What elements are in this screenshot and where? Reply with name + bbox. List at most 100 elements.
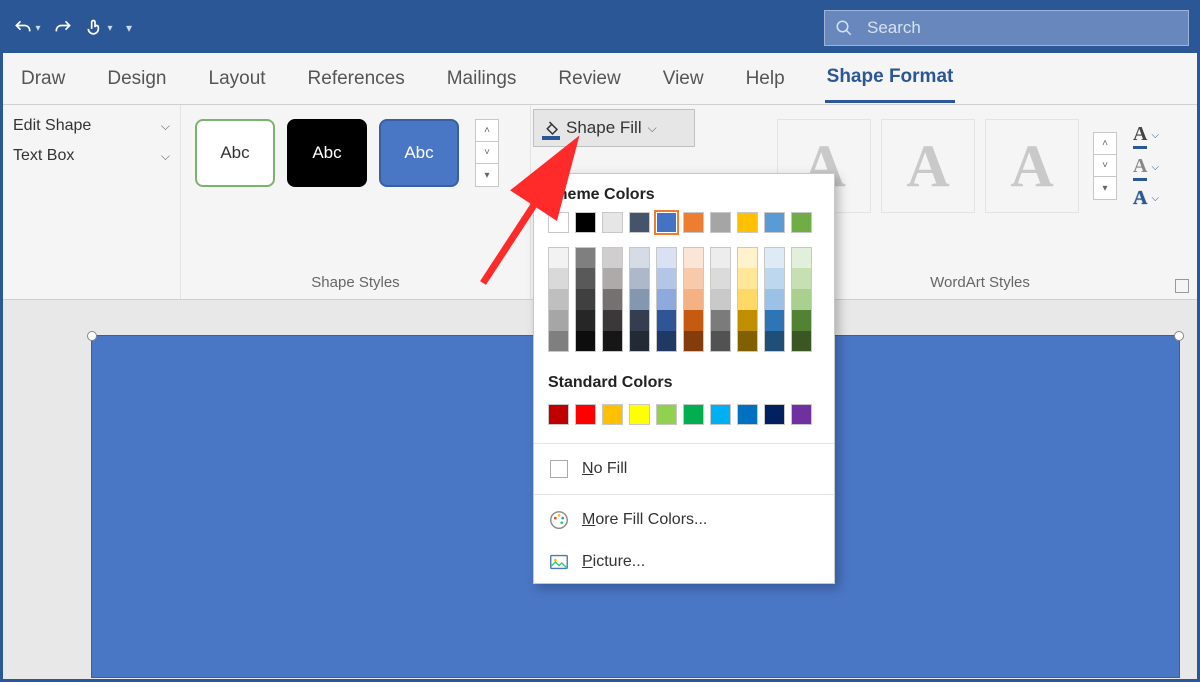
shade-swatch[interactable]	[656, 247, 677, 268]
theme-color-swatch[interactable]	[737, 212, 758, 233]
shade-swatch[interactable]	[710, 310, 731, 331]
tab-help[interactable]: Help	[744, 56, 787, 102]
shape-fill-button[interactable]: Shape Fill ⌵	[533, 109, 695, 147]
gallery-up-button[interactable]: ˄	[476, 120, 498, 142]
shade-swatch[interactable]	[602, 247, 623, 268]
standard-color-swatch[interactable]	[683, 404, 704, 425]
shade-swatch[interactable]	[683, 247, 704, 268]
theme-color-swatch[interactable]	[548, 212, 569, 233]
text-effects-button[interactable]: A⌵	[1133, 187, 1159, 210]
shade-swatch[interactable]	[548, 289, 569, 310]
theme-color-swatch[interactable]	[629, 212, 650, 233]
tab-mailings[interactable]: Mailings	[445, 56, 519, 102]
standard-color-swatch[interactable]	[575, 404, 596, 425]
shade-swatch[interactable]	[656, 268, 677, 289]
shade-swatch[interactable]	[548, 247, 569, 268]
shade-swatch[interactable]	[575, 247, 596, 268]
style-preset-3[interactable]: Abc	[379, 119, 459, 187]
shade-swatch[interactable]	[737, 268, 758, 289]
standard-color-swatch[interactable]	[737, 404, 758, 425]
shade-swatch[interactable]	[791, 289, 812, 310]
customize-qat-button[interactable]: ▾	[119, 12, 139, 44]
shade-swatch[interactable]	[656, 310, 677, 331]
shade-swatch[interactable]	[764, 310, 785, 331]
gallery-more-button[interactable]: ▾	[476, 164, 498, 186]
shade-swatch[interactable]	[629, 268, 650, 289]
wordart-down-button[interactable]: ˅	[1094, 155, 1116, 177]
shade-swatch[interactable]	[548, 310, 569, 331]
shade-swatch[interactable]	[764, 268, 785, 289]
search-box[interactable]: Search	[824, 10, 1189, 46]
tab-review[interactable]: Review	[556, 56, 622, 102]
standard-color-swatch[interactable]	[764, 404, 785, 425]
text-fill-button[interactable]: A⌵	[1133, 123, 1159, 149]
shade-swatch[interactable]	[629, 310, 650, 331]
standard-color-swatch[interactable]	[629, 404, 650, 425]
tab-view[interactable]: View	[661, 56, 706, 102]
shade-swatch[interactable]	[629, 331, 650, 352]
shade-swatch[interactable]	[683, 331, 704, 352]
shade-swatch[interactable]	[764, 331, 785, 352]
tab-layout[interactable]: Layout	[207, 56, 268, 102]
shade-swatch[interactable]	[710, 289, 731, 310]
theme-color-swatch[interactable]	[764, 212, 785, 233]
shade-swatch[interactable]	[602, 331, 623, 352]
theme-color-swatch[interactable]	[575, 212, 596, 233]
theme-color-swatch[interactable]	[683, 212, 704, 233]
shade-swatch[interactable]	[602, 310, 623, 331]
theme-color-swatch[interactable]	[602, 212, 623, 233]
touch-mode-button[interactable]: ▾	[83, 12, 115, 44]
tab-shape-format[interactable]: Shape Format	[825, 54, 956, 103]
undo-button[interactable]: ▾	[11, 12, 43, 44]
shade-swatch[interactable]	[710, 247, 731, 268]
standard-color-swatch[interactable]	[602, 404, 623, 425]
shade-swatch[interactable]	[710, 268, 731, 289]
shade-swatch[interactable]	[575, 289, 596, 310]
redo-button[interactable]	[47, 12, 79, 44]
wordart-preset-3[interactable]: A	[985, 119, 1079, 213]
shade-swatch[interactable]	[791, 247, 812, 268]
shade-swatch[interactable]	[737, 331, 758, 352]
standard-color-swatch[interactable]	[548, 404, 569, 425]
shade-swatch[interactable]	[656, 289, 677, 310]
tab-draw[interactable]: Draw	[19, 56, 67, 102]
shade-swatch[interactable]	[629, 289, 650, 310]
theme-color-swatch[interactable]	[710, 212, 731, 233]
wordart-preset-2[interactable]: A	[881, 119, 975, 213]
shade-swatch[interactable]	[548, 268, 569, 289]
shade-swatch[interactable]	[737, 310, 758, 331]
style-preset-1[interactable]: Abc	[195, 119, 275, 187]
shade-swatch[interactable]	[683, 310, 704, 331]
shade-swatch[interactable]	[737, 289, 758, 310]
resize-handle[interactable]	[87, 331, 97, 341]
standard-color-swatch[interactable]	[656, 404, 677, 425]
shade-swatch[interactable]	[602, 268, 623, 289]
text-box-button[interactable]: Text Box ⌵	[11, 141, 172, 171]
tab-references[interactable]: References	[306, 56, 407, 102]
picture-fill-item[interactable]: Picture...	[534, 541, 834, 583]
theme-color-swatch[interactable]	[791, 212, 812, 233]
style-preset-2[interactable]: Abc	[287, 119, 367, 187]
edit-shape-button[interactable]: Edit Shape ⌵	[11, 111, 172, 141]
shade-swatch[interactable]	[737, 247, 758, 268]
shade-swatch[interactable]	[683, 268, 704, 289]
text-outline-button[interactable]: A⌵	[1133, 155, 1159, 181]
shade-swatch[interactable]	[791, 331, 812, 352]
shade-swatch[interactable]	[602, 289, 623, 310]
shade-swatch[interactable]	[575, 310, 596, 331]
tab-design[interactable]: Design	[105, 56, 168, 102]
shade-swatch[interactable]	[764, 247, 785, 268]
shade-swatch[interactable]	[548, 331, 569, 352]
wordart-dialog-launcher[interactable]	[1175, 279, 1189, 293]
no-fill-item[interactable]: No Fill	[534, 448, 834, 490]
shade-swatch[interactable]	[656, 331, 677, 352]
shade-swatch[interactable]	[710, 331, 731, 352]
shade-swatch[interactable]	[575, 331, 596, 352]
shade-swatch[interactable]	[629, 247, 650, 268]
shade-swatch[interactable]	[791, 268, 812, 289]
wordart-more-button[interactable]: ▾	[1094, 177, 1116, 199]
more-fill-colors-item[interactable]: More Fill Colors...	[534, 499, 834, 541]
standard-color-swatch[interactable]	[710, 404, 731, 425]
shade-swatch[interactable]	[683, 289, 704, 310]
theme-color-swatch[interactable]	[656, 212, 677, 233]
